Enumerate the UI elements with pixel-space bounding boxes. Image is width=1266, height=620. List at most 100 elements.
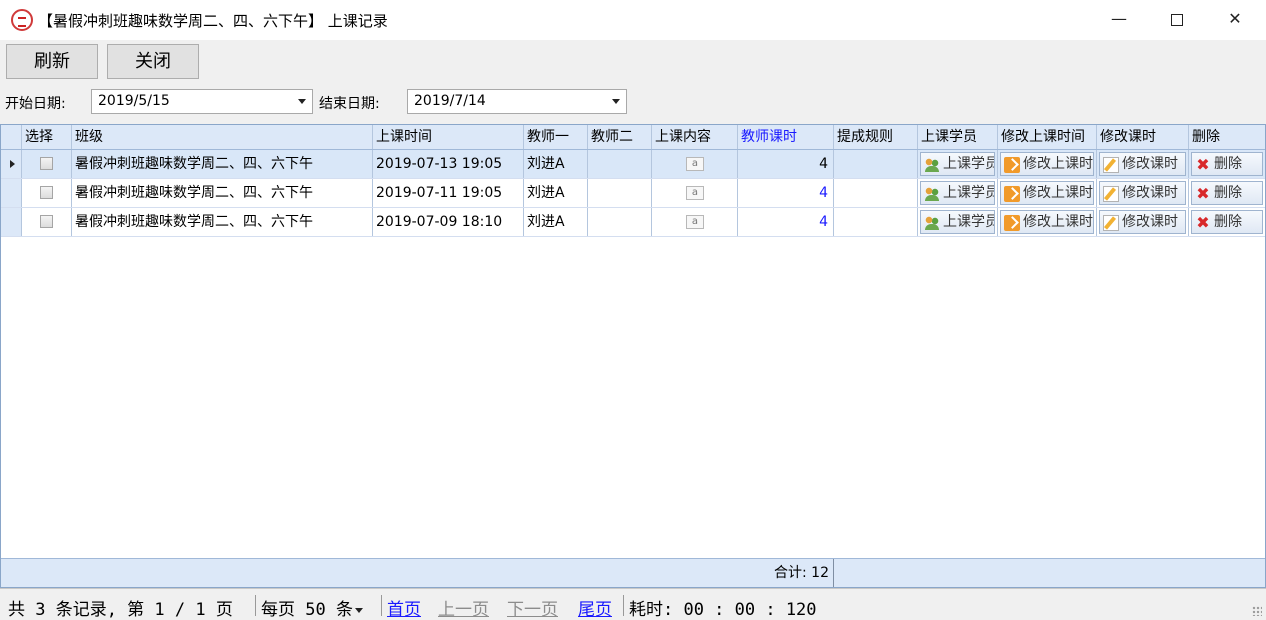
end-date-value: 2019/7/14 [414,93,486,109]
column-header-select[interactable]: 选择 [22,125,72,149]
column-header-commission-rule[interactable]: 提成规则 [834,125,918,149]
rule-cell [834,150,918,178]
modify-hours-button[interactable]: 修改课时 [1099,152,1186,176]
hours-cell: 4 [738,150,834,178]
row-indicator [1,208,22,236]
document-icon[interactable]: a [686,186,704,200]
modify-time-button-label: 修改上课时间 [1023,156,1093,172]
column-header-modify-time[interactable]: 修改上课时间 [998,125,1097,149]
modify-hours-cell: 修改课时 [1097,208,1189,236]
table-row[interactable]: 暑假冲刺班趣味数学周二、四、六下午 2019-07-09 18:10 刘进A a… [1,208,1265,237]
select-cell [22,150,72,178]
modify-hours-button[interactable]: 修改课时 [1099,181,1186,205]
time-cell: 2019-07-11 19:05 [373,179,524,207]
app-logo-icon [11,9,33,31]
delete-button[interactable]: ✖ 删除 [1191,210,1263,234]
chevron-down-icon [354,607,363,613]
column-header-students[interactable]: 上课学员 [918,125,998,149]
modify-time-button[interactable]: 修改上课时间 [1000,181,1094,205]
column-header-teacher2[interactable]: 教师二 [588,125,652,149]
delete-cell: ✖ 删除 [1189,208,1265,236]
students-button[interactable]: 上课学员 [920,152,995,176]
teacher2-cell [588,150,652,178]
select-checkbox[interactable] [40,157,53,170]
modify-hours-button-label: 修改课时 [1122,185,1178,201]
select-cell [22,179,72,207]
elapsed-time: 耗时: 00 : 00 : 120 [629,600,817,620]
column-header-time[interactable]: 上课时间 [373,125,524,149]
close-window-button[interactable]: ✕ [1206,0,1264,40]
forward-icon [1004,157,1020,173]
chevron-down-icon[interactable] [612,99,620,104]
students-cell: 上课学员 [918,150,998,178]
teacher2-cell [588,208,652,236]
modify-hours-button[interactable]: 修改课时 [1099,210,1186,234]
modify-time-cell: 修改上课时间 [998,179,1097,207]
delete-cell: ✖ 删除 [1189,179,1265,207]
title-bar: 【暑假冲刺班趣味数学周二、四、六下午】 上课记录 — ✕ [0,0,1266,40]
start-date-label: 开始日期: [5,96,66,112]
separator [255,595,256,616]
modify-time-button[interactable]: 修改上课时间 [1000,210,1094,234]
modify-hours-button-label: 修改课时 [1122,156,1178,172]
users-icon [924,215,940,231]
table-row[interactable]: 暑假冲刺班趣味数学周二、四、六下午 2019-07-13 19:05 刘进A a… [1,150,1265,179]
prev-page-link[interactable]: 上一页 [438,595,489,620]
delete-button[interactable]: ✖ 删除 [1191,152,1263,176]
resize-grip-icon[interactable] [1252,606,1262,616]
current-row-arrow-icon [10,160,15,168]
delete-x-icon: ✖ [1196,155,1210,174]
hours-cell: 4 [738,179,834,207]
modify-time-button[interactable]: 修改上课时间 [1000,152,1094,176]
row-indicator [1,150,22,178]
chevron-down-icon[interactable] [298,99,306,104]
edit-icon [1103,215,1119,231]
modify-hours-cell: 修改课时 [1097,150,1189,178]
class-cell: 暑假冲刺班趣味数学周二、四、六下午 [72,150,373,178]
teacher1-cell: 刘进A [524,150,588,178]
end-date-label: 结束日期: [319,96,380,112]
column-header-class[interactable]: 班级 [72,125,373,149]
delete-button[interactable]: ✖ 删除 [1191,181,1263,205]
column-header-delete[interactable]: 删除 [1189,125,1265,149]
students-button[interactable]: 上课学员 [920,181,995,205]
column-header-modify-hours[interactable]: 修改课时 [1097,125,1189,149]
select-checkbox[interactable] [40,186,53,199]
rule-cell [834,179,918,207]
grid-header: 选择 班级 上课时间 教师一 教师二 上课内容 教师课时 提成规则 上课学员 修… [1,125,1265,150]
maximize-button[interactable] [1148,0,1206,40]
start-date-value: 2019/5/15 [98,93,170,109]
students-button-label: 上课学员 [943,156,995,172]
end-date-picker[interactable]: 2019/7/14 [407,89,627,114]
select-checkbox[interactable] [40,215,53,228]
content-cell: a [652,179,738,207]
content-cell: a [652,150,738,178]
students-button[interactable]: 上课学员 [920,210,995,234]
record-count: 共 3 条记录, 第 1 / 1 页 [8,600,233,620]
table-row[interactable]: 暑假冲刺班趣味数学周二、四、六下午 2019-07-11 19:05 刘进A a… [1,179,1265,208]
modify-hours-button-label: 修改课时 [1122,214,1178,230]
close-button[interactable]: 关闭 [107,44,199,79]
teacher1-cell: 刘进A [524,179,588,207]
document-icon[interactable]: a [686,157,704,171]
modify-time-button-label: 修改上课时间 [1023,214,1093,230]
modify-time-button-label: 修改上课时间 [1023,185,1093,201]
document-icon[interactable]: a [686,215,704,229]
column-header-teacher-hours[interactable]: 教师课时 [738,125,834,149]
students-cell: 上课学员 [918,179,998,207]
minimize-button[interactable]: — [1090,0,1148,40]
first-page-link[interactable]: 首页 [387,595,421,620]
row-header-corner [1,125,22,149]
teacher1-cell: 刘进A [524,208,588,236]
forward-icon [1004,215,1020,231]
delete-button-label: 删除 [1214,156,1242,172]
delete-button-label: 删除 [1214,214,1242,230]
teacher2-cell [588,179,652,207]
refresh-button[interactable]: 刷新 [6,44,98,79]
last-page-link[interactable]: 尾页 [578,595,612,620]
next-page-link[interactable]: 下一页 [507,595,558,620]
page-size-selector[interactable]: 每页 50 条 [261,595,363,620]
column-header-teacher1[interactable]: 教师一 [524,125,588,149]
column-header-content[interactable]: 上课内容 [652,125,738,149]
start-date-picker[interactable]: 2019/5/15 [91,89,313,114]
